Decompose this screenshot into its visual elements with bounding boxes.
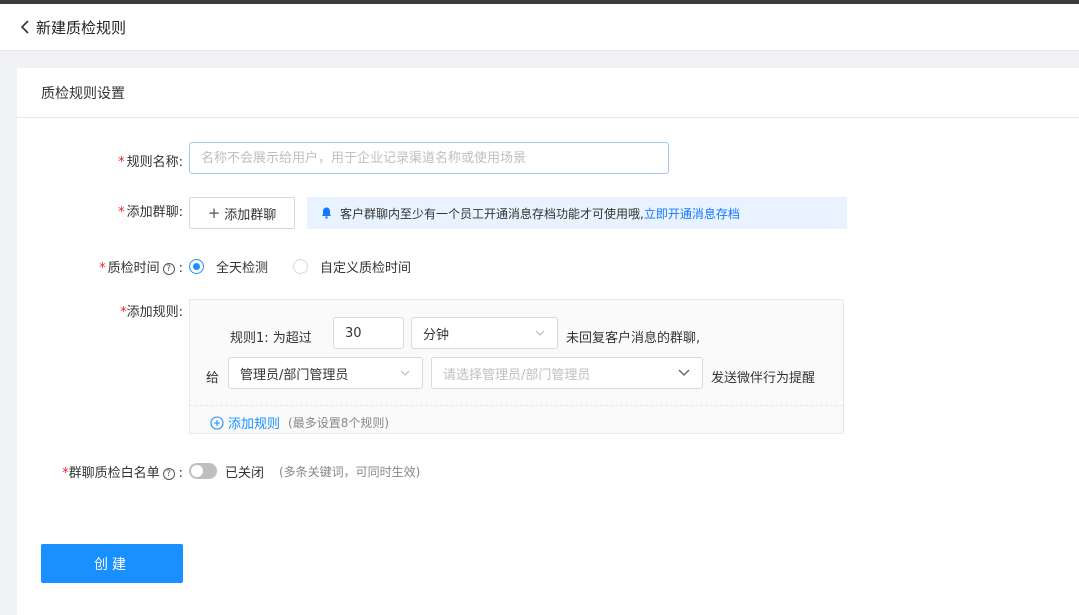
archive-notice: 客户群聊内至少有一个员工开通消息存档功能才可使用哦, 立即开通消息存档 [307, 197, 847, 229]
rule-name-label: * 规则名称: [118, 155, 183, 170]
plus-circle-icon [210, 415, 224, 430]
add-group-label: * 添加群聊: [118, 205, 183, 220]
rules-divider [190, 405, 843, 406]
minutes-input[interactable]: 30 [333, 317, 404, 349]
page-title: 新建质检规则 [36, 18, 127, 37]
add-group-button[interactable]: + 添加群聊 [189, 197, 295, 229]
role-select[interactable]: 管理员/部门管理员 [228, 357, 423, 389]
add-rule-hint: (最多设置8个规则) [288, 416, 390, 430]
page-header: 新建质检规则 [0, 4, 1079, 51]
inspection-time-label: * 质检时间?: [99, 261, 183, 276]
enable-archive-link[interactable]: 立即开通消息存档 [644, 205, 740, 222]
toggle-state: 已关闭 [225, 466, 265, 481]
all-day-radio[interactable]: 全天检测 [189, 257, 268, 276]
give-label: 给 [206, 371, 220, 386]
plus-icon: + [207, 204, 221, 222]
section-title: 质检规则设置 [17, 68, 1079, 118]
chevron-down-icon [400, 370, 410, 376]
rule1-prefix: 规则1: 为超过 [230, 331, 312, 346]
whitelist-toggle[interactable] [189, 463, 217, 479]
add-rules-label: *添加规则: [120, 305, 183, 320]
back-arrow-icon[interactable] [16, 18, 34, 36]
chevron-down-icon [678, 369, 690, 376]
whitelist-label: *群聊质检白名单?: [62, 466, 183, 481]
whitelist-hint: (多条关键词，可同时生效) [279, 465, 421, 479]
radio-unchecked-icon [293, 259, 308, 274]
rule-name-input[interactable] [189, 142, 669, 174]
help-icon[interactable]: ? [162, 262, 175, 275]
notice-text: 客户群聊内至少有一个员工开通消息存档功能才可使用哦, [340, 206, 644, 221]
rules-panel: 规则1: 为超过 30 分钟 未回复客户消息的群聊, 给 管理员/部门管理员 请… [189, 299, 844, 434]
create-button[interactable]: 创建 [41, 544, 183, 583]
add-rule-label: 添加规则 [228, 417, 281, 432]
help-icon[interactable]: ? [162, 467, 175, 480]
rule-settings-card: 质检规则设置 *规则名称: *添加群聊: +添加群聊 客户群聊内至少有一个员工开… [17, 68, 1079, 615]
time-unit-select[interactable]: 分钟 [411, 317, 558, 349]
add-rule-link[interactable]: 添加规则 (最多设置8个规则) [210, 413, 389, 432]
chevron-down-icon [535, 330, 545, 336]
custom-time-radio[interactable]: 自定义质检时间 [293, 257, 411, 276]
manager-select[interactable]: 请选择管理员/部门管理员 [431, 357, 703, 389]
all-day-label: 全天检测 [216, 261, 269, 276]
rule1-suffix: 未回复客户消息的群聊, [566, 331, 701, 346]
radio-checked-icon [189, 259, 204, 274]
remind-text: 发送微伴行为提醒 [711, 371, 816, 386]
bell-icon [321, 207, 332, 219]
custom-time-label: 自定义质检时间 [320, 261, 412, 276]
